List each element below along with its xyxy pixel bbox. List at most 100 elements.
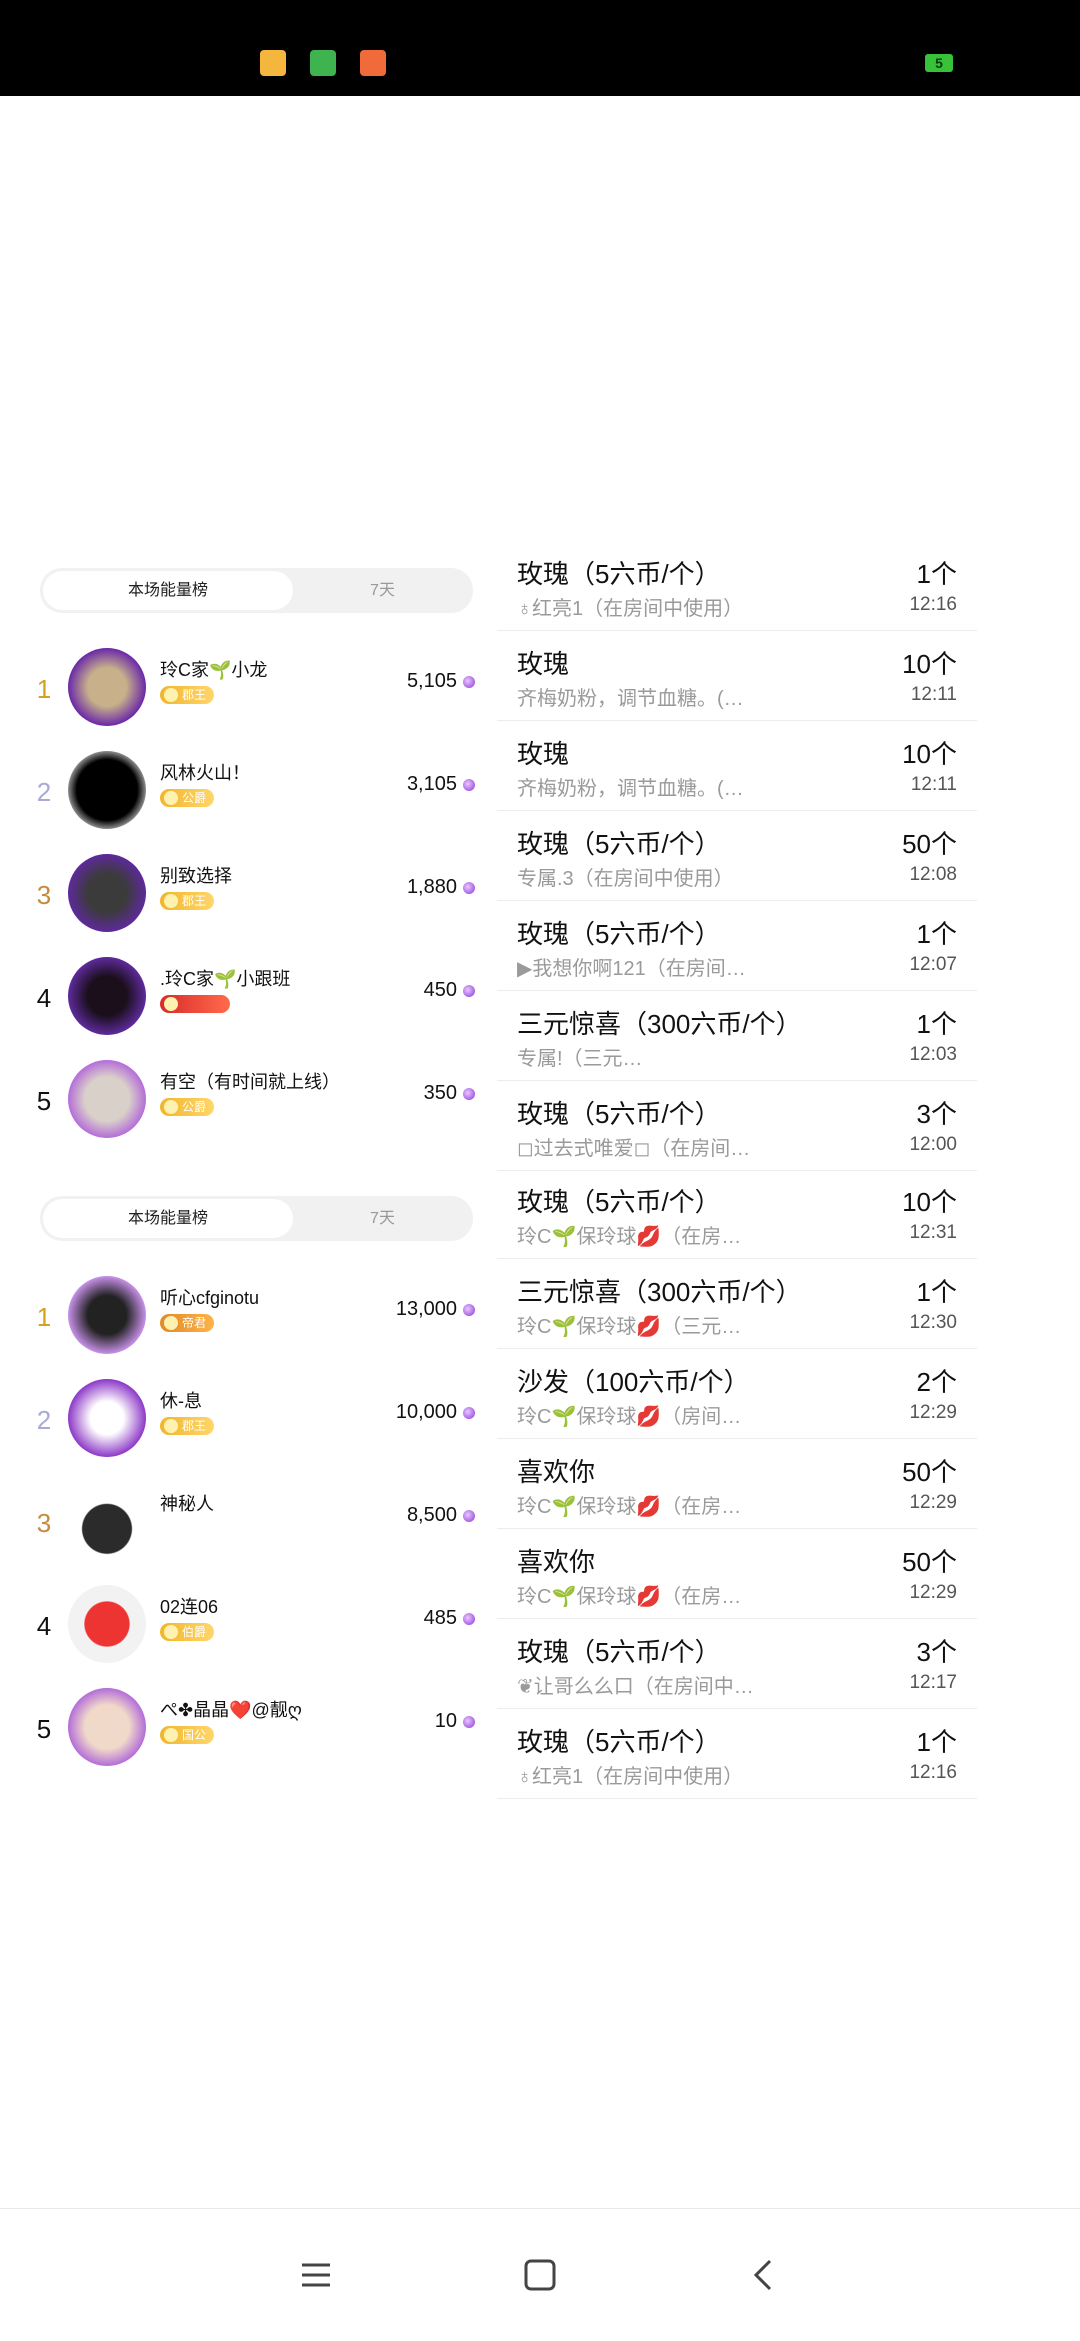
gift-record[interactable]: 玫瑰（5六币/个） ◻过去式唯爱◻（在房间… 3个 12:00 xyxy=(497,1080,977,1171)
tab-current-energy[interactable]: 本场能量榜 xyxy=(43,1199,293,1238)
gift-record[interactable]: 玫瑰 齐梅奶粉，调节血糖。(… 10个 12:11 xyxy=(497,630,977,721)
gift-record[interactable]: 玫瑰（5六币/个） ♁红亮1（在房间中使用） 1个 12:16 xyxy=(497,540,977,631)
gift-name: 玫瑰（5六币/个） xyxy=(517,919,721,949)
rank-row[interactable]: 3 神秘人 8,500 xyxy=(0,1474,495,1574)
gift-name: 三元惊喜（300六币/个） xyxy=(517,1009,802,1039)
rank-row[interactable]: 3 别致选择 郡王 1,880 xyxy=(0,846,495,946)
gift-time: 12:00 xyxy=(909,1134,957,1155)
avatar[interactable] xyxy=(68,648,146,726)
gift-sender: 玲C🌱保玲球💋（在房… xyxy=(517,1496,742,1518)
gift-record[interactable]: 喜欢你 玲C🌱保玲球💋（在房… 50个 12:29 xyxy=(497,1528,977,1619)
gift-name: 玫瑰 xyxy=(517,649,570,679)
rank-number: 1 xyxy=(36,674,52,704)
rank-row[interactable]: 5 ぺ✤晶晶❤️@靓ღ 国公 10 xyxy=(0,1680,495,1780)
gift-name: 玫瑰 xyxy=(517,739,570,769)
rank-badge: 公爵 xyxy=(160,1098,215,1116)
gift-count: 10个 xyxy=(902,649,957,679)
rank-number: 2 xyxy=(36,1405,52,1435)
gift-sender: ♁红亮1（在房间中使用） xyxy=(517,1766,744,1788)
rank-badge: 公爵 xyxy=(160,789,215,807)
energy-score: 485 xyxy=(424,1607,475,1630)
gift-record[interactable]: 玫瑰（5六币/个） ❦让哥么么口（在房间中… 3个 12:17 xyxy=(497,1618,977,1709)
user-name: 02连06 xyxy=(160,1597,219,1617)
gift-count: 50个 xyxy=(902,1547,957,1577)
gift-count: 1个 xyxy=(916,1009,957,1039)
rank-badge: 郡王 xyxy=(160,892,215,910)
menu-icon[interactable] xyxy=(292,2251,340,2299)
gift-time: 12:11 xyxy=(910,774,957,795)
rank-row[interactable]: 2 风林火山！ 公爵 3,105 xyxy=(0,743,495,843)
energy-score: 10 xyxy=(435,1710,475,1733)
gift-record[interactable]: 玫瑰（5六币/个） 专属.3（在房间中使用） 50个 12:08 xyxy=(497,810,977,901)
avatar[interactable] xyxy=(68,1060,146,1138)
energy-score: 5,105 xyxy=(407,670,475,693)
rank-badge: 帝君 xyxy=(160,1314,215,1332)
gift-name: 玫瑰（5六币/个） xyxy=(517,1727,721,1757)
gift-record[interactable]: 玫瑰 齐梅奶粉，调节血糖。(… 10个 12:11 xyxy=(497,720,977,811)
avatar[interactable] xyxy=(68,1276,146,1354)
avatar[interactable] xyxy=(68,1482,146,1560)
rank-row[interactable]: 1 听心cfginotu 帝君 13,000 xyxy=(0,1268,495,1368)
gift-name: 沙发（100六币/个） xyxy=(517,1367,750,1397)
gift-name: 喜欢你 xyxy=(517,1547,596,1577)
rank-number: 5 xyxy=(36,1714,52,1744)
rank-number: 5 xyxy=(36,1086,52,1116)
gift-time: 12:29 xyxy=(909,1402,957,1423)
avatar[interactable] xyxy=(68,854,146,932)
gift-sender: 玲C🌱保玲球💋（在房… xyxy=(517,1226,742,1248)
gift-record[interactable]: 三元惊喜（300六币/个） 玲C🌱保玲球💋（三元… 1个 12:30 xyxy=(497,1258,977,1349)
gift-record[interactable]: 玫瑰（5六币/个） 玲C🌱保玲球💋（在房… 10个 12:31 xyxy=(497,1168,977,1259)
gift-sender: 专属!（三元… xyxy=(517,1048,643,1070)
gift-time: 12:11 xyxy=(910,684,957,705)
avatar[interactable] xyxy=(68,1585,146,1663)
gift-record[interactable]: 沙发（100六币/个） 玲C🌱保玲球💋（房间… 2个 12:29 xyxy=(497,1348,977,1439)
gift-record[interactable]: 喜欢你 玲C🌱保玲球💋（在房… 50个 12:29 xyxy=(497,1438,977,1529)
gift-count: 1个 xyxy=(916,1277,957,1307)
tab-7-days[interactable]: 7天 xyxy=(295,568,470,613)
energy-score: 450 xyxy=(424,979,475,1002)
gift-record[interactable]: 玫瑰（5六币/个） ♁红亮1（在房间中使用） 1个 12:16 xyxy=(497,1708,977,1799)
ranking-panel-b: 本场能量榜 7天 1 听心cfginotu 帝君 13,000 2 休-息 郡王… xyxy=(0,1196,495,1796)
home-icon[interactable] xyxy=(516,2251,564,2299)
gift-count: 50个 xyxy=(902,1457,957,1487)
back-icon[interactable] xyxy=(740,2251,788,2299)
tab-7-days[interactable]: 7天 xyxy=(295,1196,470,1241)
gift-name: 玫瑰（5六币/个） xyxy=(517,1187,721,1217)
gift-time: 12:07 xyxy=(909,954,957,975)
gift-count: 10个 xyxy=(902,1187,957,1217)
rank-number: 3 xyxy=(36,880,52,910)
energy-score: 350 xyxy=(424,1082,475,1105)
tab-current-energy[interactable]: 本场能量榜 xyxy=(43,571,293,610)
avatar[interactable] xyxy=(68,957,146,1035)
gift-sender: ♁红亮1（在房间中使用） xyxy=(517,598,744,620)
gift-list-a: 玫瑰（5六币/个） ♁红亮1（在房间中使用） 1个 12:16 玫瑰 齐梅奶粉，… xyxy=(497,540,977,1171)
rank-row[interactable]: 4 02连06 伯爵 485 xyxy=(0,1577,495,1677)
gift-count: 50个 xyxy=(902,829,957,859)
rank-badge xyxy=(160,995,230,1013)
rank-row[interactable]: 1 玲C家🌱小龙 郡王 5,105 xyxy=(0,640,495,740)
energy-score: 1,880 xyxy=(407,876,475,899)
rank-badge: 国公 xyxy=(160,1726,215,1744)
avatar[interactable] xyxy=(68,1688,146,1766)
gift-record[interactable]: 三元惊喜（300六币/个） 专属!（三元… 1个 12:03 xyxy=(497,990,977,1081)
gift-list-b: 玫瑰（5六币/个） 玲C🌱保玲球💋（在房… 10个 12:31 三元惊喜（300… xyxy=(497,1168,977,1799)
status-bar: 5 xyxy=(0,0,1080,96)
rank-row[interactable]: 5 有空（有时间就上线） 公爵 350 xyxy=(0,1052,495,1152)
rank-badge: 郡王 xyxy=(160,1417,215,1435)
rank-row[interactable]: 4 .玲C家🌱小跟班 450 xyxy=(0,949,495,1049)
rank-row[interactable]: 2 休-息 郡王 10,000 xyxy=(0,1371,495,1471)
shop-icon xyxy=(360,50,386,76)
gift-sender: ❦让哥么么口（在房间中… xyxy=(517,1676,754,1698)
avatar[interactable] xyxy=(68,751,146,829)
user-name: .玲C家🌱小跟班 xyxy=(160,969,291,989)
gift-count: 1个 xyxy=(916,559,957,589)
gift-name: 喜欢你 xyxy=(517,1457,596,1487)
gift-sender: ◻过去式唯爱◻（在房间… xyxy=(517,1138,751,1160)
gift-count: 3个 xyxy=(916,1637,957,1667)
gift-sender: 玲C🌱保玲球💋（房间… xyxy=(517,1406,742,1428)
gift-sender: 玲C🌱保玲球💋（在房… xyxy=(517,1586,742,1608)
gift-record[interactable]: 玫瑰（5六币/个） ▶我想你啊121（在房间… 1个 12:07 xyxy=(497,900,977,991)
ranking-tabs: 本场能量榜 7天 xyxy=(40,1196,473,1241)
energy-score: 8,500 xyxy=(407,1504,475,1527)
avatar[interactable] xyxy=(68,1379,146,1457)
